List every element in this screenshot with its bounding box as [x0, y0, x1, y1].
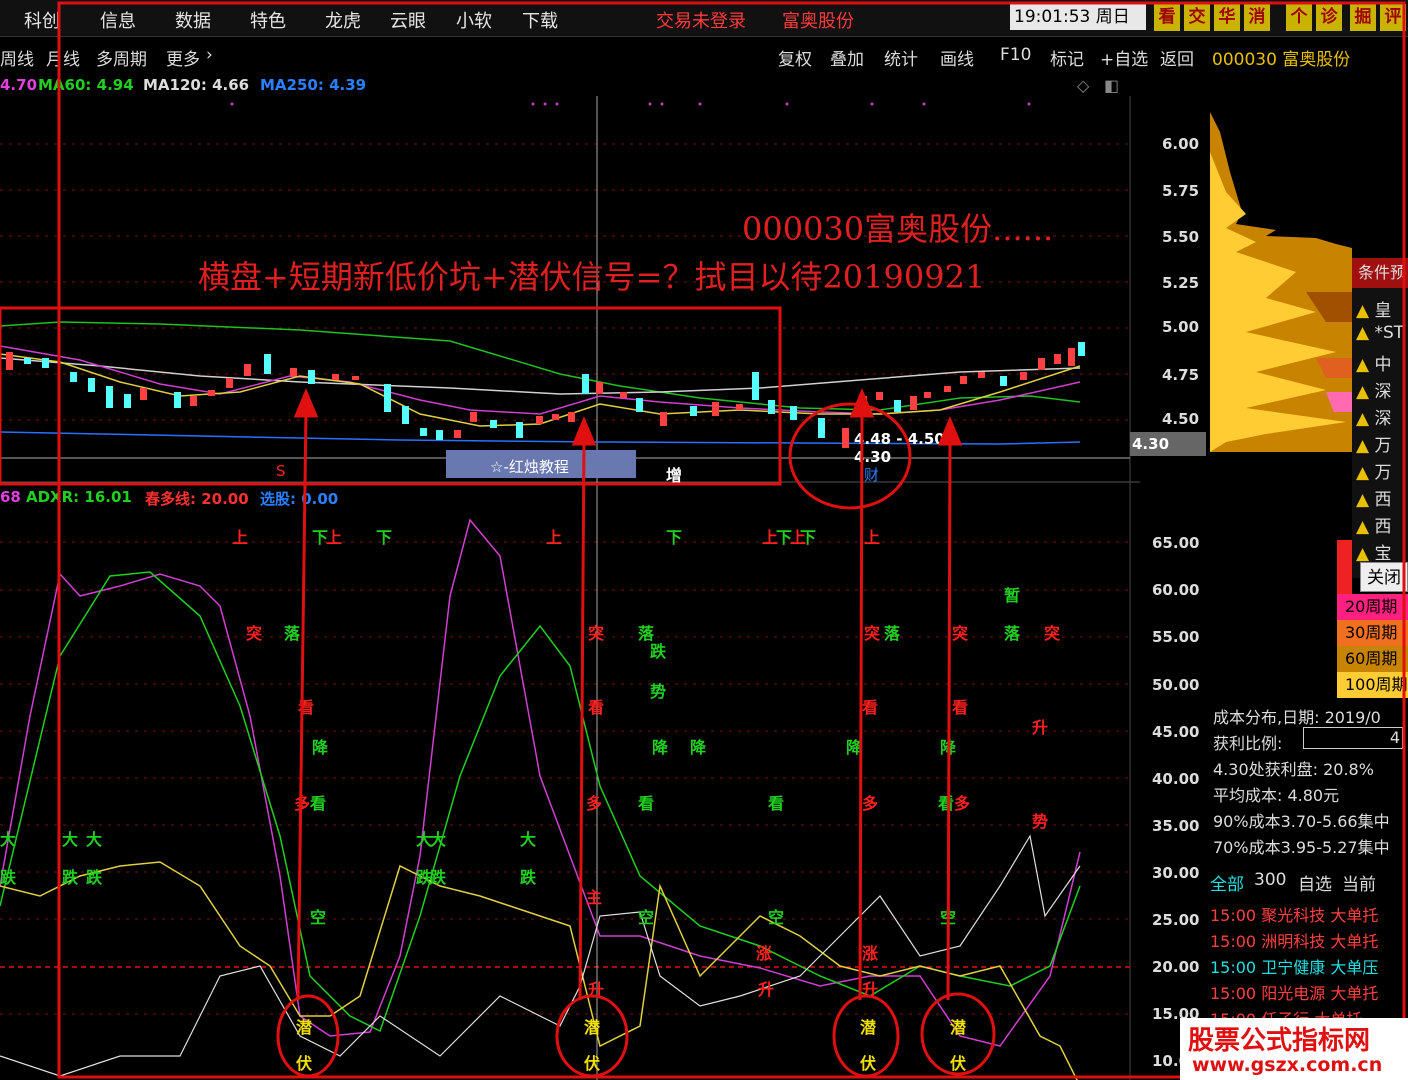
signal-circle-4 [920, 992, 996, 1076]
arrow-head-2 [571, 416, 597, 446]
watermark-url: www.gszx.com.cn [1192, 1054, 1383, 1076]
site-watermark: 股票公式指标网 www.gszx.com.cn [1180, 1018, 1408, 1080]
arrow-line-3 [858, 409, 864, 1001]
signal-circle-3 [832, 994, 900, 1078]
low-pit-circle [788, 402, 912, 510]
signal-circle-2 [555, 994, 629, 1078]
arrow-line-2 [578, 439, 586, 1001]
consolidation-box [0, 306, 782, 486]
watermark-title: 股票公式指标网 [1188, 1026, 1371, 1056]
arrow-head-1 [293, 388, 319, 418]
signal-circle-1 [276, 994, 340, 1078]
arrow-line-1 [296, 409, 308, 1001]
arrow-head-4 [937, 416, 963, 446]
arrow-line-4 [946, 439, 952, 1001]
outer-frame [57, 1, 1406, 1079]
annotation-overlay [0, 1, 1406, 1079]
